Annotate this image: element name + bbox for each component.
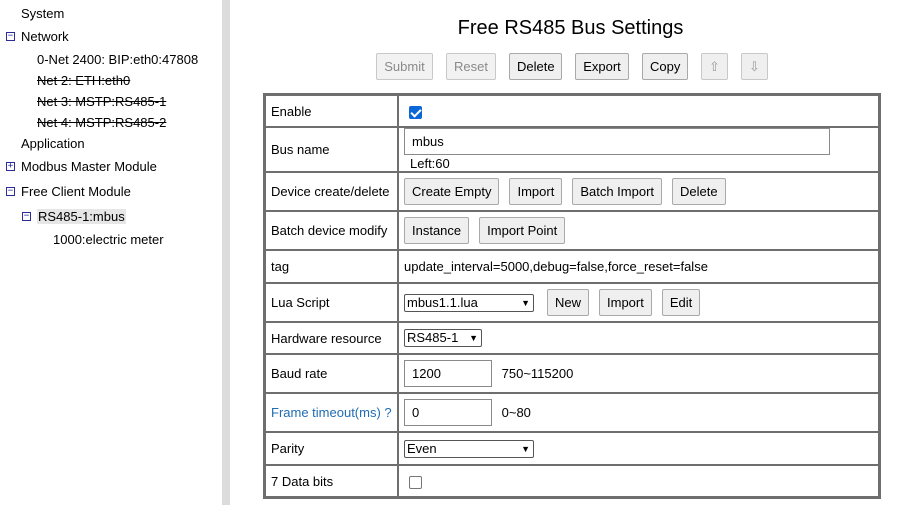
row-bus-name: Bus name Left:60	[265, 127, 879, 173]
copy-button[interactable]: Copy	[642, 53, 688, 80]
tree-item-label: Net 4: MSTP:RS485-2	[37, 115, 167, 130]
row-enable: Enable	[265, 95, 879, 127]
tree-item-device[interactable]: 1000:electric meter	[53, 230, 164, 250]
chevron-down-icon: ▼	[469, 333, 478, 344]
baud-rate-label: Baud rate	[265, 354, 398, 394]
tree-item-net-mstp-2[interactable]: Net 4: MSTP:RS485-2	[37, 113, 166, 133]
navigation-tree: System − Network 0-Net 2400: BIP:eth0:47…	[0, 0, 222, 505]
frame-timeout-label[interactable]: Frame timeout(ms) ?	[265, 393, 398, 433]
tree-item-label: 0-Net 2400: BIP:eth0:47808	[37, 52, 199, 67]
baud-rate-range: 750~115200	[501, 366, 574, 382]
frame-timeout-cell: 0~80	[398, 393, 879, 433]
frame-timeout-input[interactable]	[404, 399, 492, 427]
batch-import-button[interactable]: Batch Import	[572, 178, 663, 206]
tree-item-modbus-master[interactable]: Modbus Master Module	[21, 157, 157, 177]
tree-item-label: System	[21, 6, 65, 21]
parity-select[interactable]: Even ▼	[404, 439, 534, 458]
data-bits-label: 7 Data bits	[265, 465, 398, 498]
row-frame-timeout: Frame timeout(ms) ? 0~80	[265, 393, 879, 433]
chevron-down-icon: ▼	[521, 443, 530, 454]
import-device-button[interactable]: Import	[509, 178, 563, 206]
device-create-label: Device create/delete	[265, 172, 398, 212]
new-script-button[interactable]: New	[547, 289, 590, 317]
row-baud-rate: Baud rate 750~115200	[265, 354, 879, 394]
tree-item-label: Net 2: ETH:eth0	[37, 73, 131, 88]
lua-script-cell: mbus1.1.lua ▼ New Import Edit	[398, 283, 879, 323]
lua-script-select[interactable]: mbus1.1.lua ▼	[404, 293, 534, 312]
tree-item-network[interactable]: Network	[21, 27, 69, 47]
bus-name-cell: Left:60	[398, 127, 879, 173]
panel-splitter[interactable]	[222, 0, 230, 505]
tree-item-label: Application	[21, 136, 85, 151]
bus-name-input[interactable]	[404, 128, 830, 155]
enable-label: Enable	[265, 95, 398, 127]
hardware-selected: RS485-1	[407, 330, 459, 346]
tree-item-net-mstp-1[interactable]: Net 3: MSTP:RS485-1	[37, 92, 166, 112]
device-create-cell: Create Empty Import Batch Import Delete	[398, 172, 879, 212]
lua-script-selected: mbus1.1.lua	[407, 294, 478, 310]
row-device-create: Device create/delete Create Empty Import B…	[265, 172, 879, 212]
hardware-label: Hardware resource	[265, 322, 398, 355]
bus-name-label: Bus name	[265, 127, 398, 173]
enable-checkbox[interactable]	[409, 105, 422, 119]
row-lua-script: Lua Script mbus1.1.lua ▼ New Import Edit	[265, 283, 879, 323]
import-point-button[interactable]: Import Point	[479, 217, 566, 245]
tree-item-net-bip[interactable]: 0-Net 2400: BIP:eth0:47808	[37, 50, 198, 70]
tree-item-rs485-bus[interactable]: RS485-1:mbus	[37, 207, 126, 227]
batch-modify-cell: Instance Import Point	[398, 211, 879, 251]
tree-item-label: Network	[21, 29, 69, 44]
submit-button[interactable]: Submit	[376, 53, 433, 80]
batch-modify-label: Batch device modify	[265, 211, 398, 251]
collapse-icon[interactable]: −	[6, 32, 15, 41]
tree-item-system[interactable]: System	[21, 4, 64, 24]
data-bits-checkbox[interactable]	[409, 475, 422, 489]
parity-label: Parity	[265, 432, 398, 466]
expand-icon[interactable]: +	[6, 162, 15, 171]
tree-item-application[interactable]: Application	[21, 134, 85, 154]
row-tag: tag update_interval=5000,debug=false,for…	[265, 250, 879, 284]
move-up-icon[interactable]: ⇧	[701, 53, 728, 80]
frame-timeout-range: 0~80	[501, 405, 531, 421]
move-down-icon[interactable]: ⇩	[741, 53, 768, 80]
settings-panel: Free RS485 Bus Settings Submit Reset Del…	[230, 0, 911, 505]
delete-device-button[interactable]: Delete	[672, 178, 726, 206]
collapse-icon[interactable]: −	[6, 187, 15, 196]
row-data-bits: 7 Data bits	[265, 465, 879, 498]
delete-button[interactable]: Delete	[509, 53, 562, 80]
row-batch-modify: Batch device modify Instance Import Point	[265, 211, 879, 251]
tag-label: tag	[265, 250, 398, 284]
page-title: Free RS485 Bus Settings	[457, 17, 684, 39]
baud-rate-input[interactable]	[404, 360, 492, 388]
reset-button[interactable]: Reset	[446, 53, 496, 80]
parity-selected: Even	[407, 440, 437, 456]
instance-button[interactable]: Instance	[404, 217, 470, 245]
tree-item-label: Free Client Module	[21, 184, 131, 199]
tree-item-label: RS485-1:mbus	[37, 209, 126, 224]
collapse-icon[interactable]: −	[22, 212, 31, 221]
enable-cell	[398, 95, 879, 127]
lua-script-label: Lua Script	[265, 283, 398, 323]
tree-item-label: 1000:electric meter	[53, 232, 164, 247]
settings-table: Enable Bus name Left:60 Device create/de…	[263, 93, 881, 500]
parity-cell: Even ▼	[398, 432, 879, 466]
tree-item-label: Modbus Master Module	[21, 159, 157, 174]
chevron-down-icon: ▼	[521, 297, 530, 308]
tree-item-label: Net 3: MSTP:RS485-1	[37, 94, 167, 109]
hardware-select[interactable]: RS485-1 ▼	[404, 329, 482, 348]
bus-name-remaining: Left:60	[410, 156, 450, 172]
edit-script-button[interactable]: Edit	[661, 289, 701, 317]
tag-value: update_interval=5000,debug=false,force_r…	[398, 250, 879, 284]
export-button[interactable]: Export	[575, 53, 629, 80]
baud-rate-cell: 750~115200	[398, 354, 879, 394]
hardware-cell: RS485-1 ▼	[398, 322, 879, 355]
data-bits-cell	[398, 465, 879, 498]
row-hardware: Hardware resource RS485-1 ▼	[265, 322, 879, 355]
tree-item-net-eth[interactable]: Net 2: ETH:eth0	[37, 71, 130, 91]
tree-item-free-client[interactable]: Free Client Module	[21, 182, 131, 202]
import-script-button[interactable]: Import	[599, 289, 652, 317]
row-parity: Parity Even ▼	[265, 432, 879, 466]
create-empty-button[interactable]: Create Empty	[404, 178, 500, 206]
